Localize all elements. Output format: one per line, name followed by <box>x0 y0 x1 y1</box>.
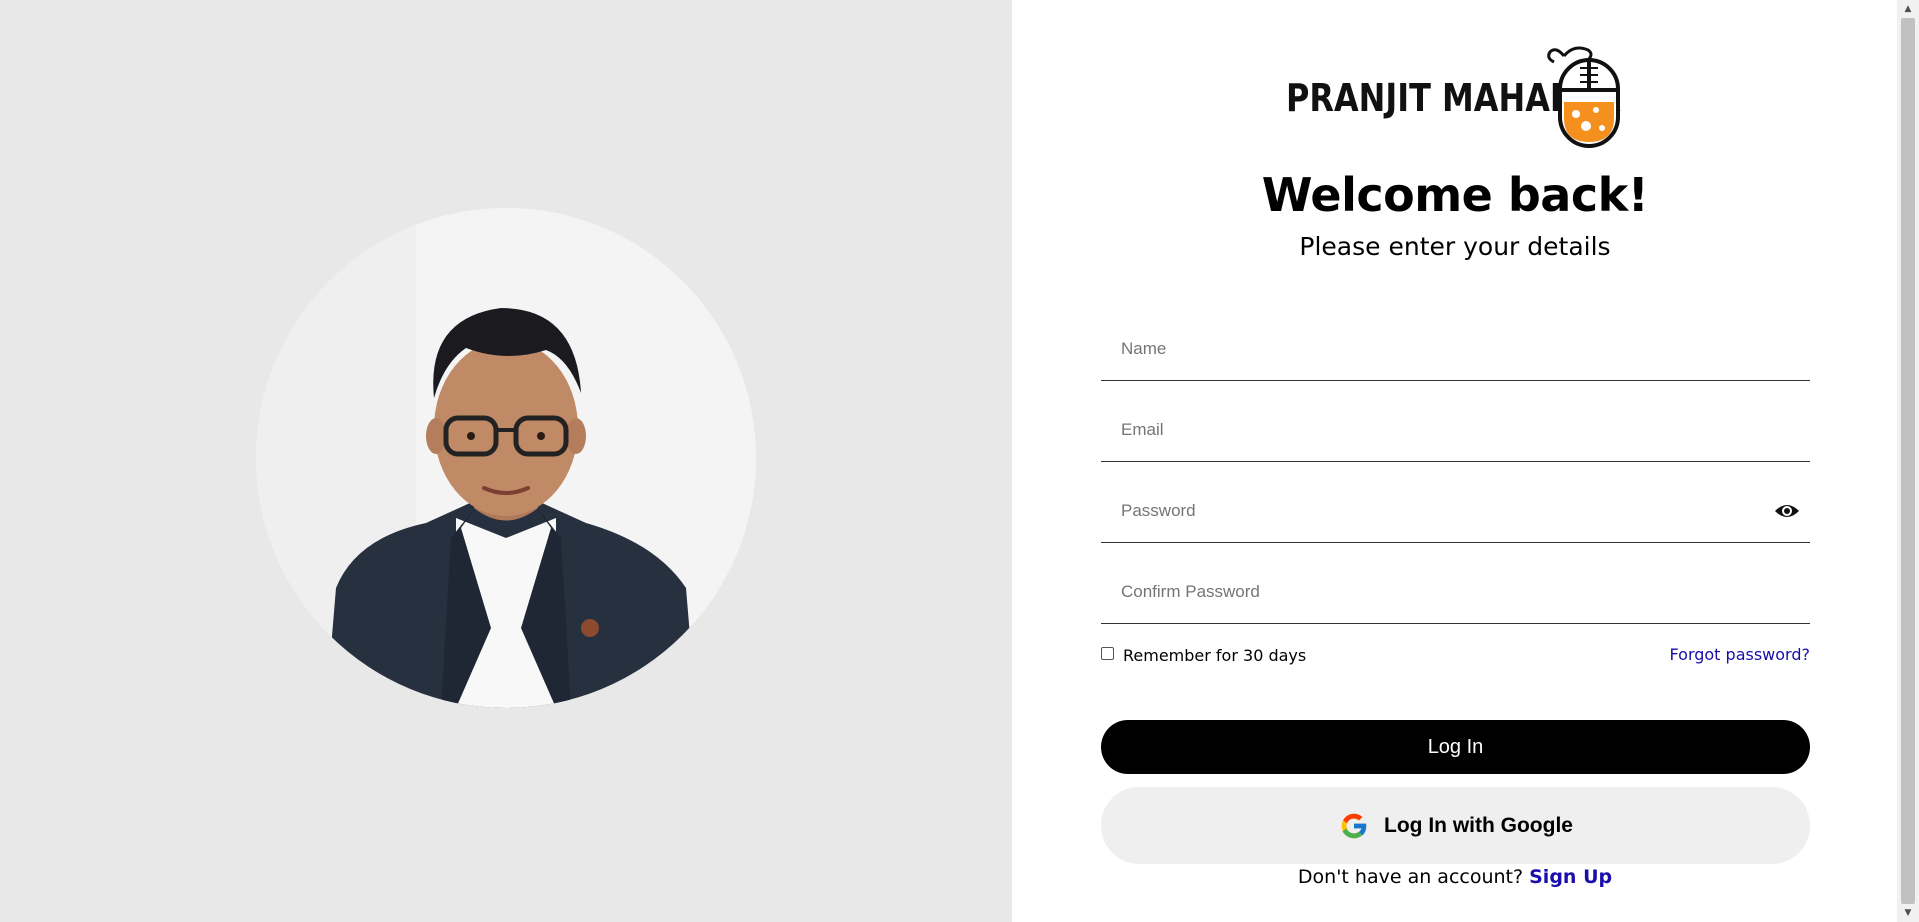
page-title: Welcome back! <box>1261 168 1649 222</box>
page-scrollbar[interactable]: ▲ ▼ <box>1897 0 1919 922</box>
remember-row: Remember for 30 days Forgot password? <box>1101 645 1810 669</box>
profile-portrait <box>256 208 756 708</box>
remember-checkbox[interactable] <box>1101 647 1114 660</box>
signup-row: Don't have an account? Sign Up <box>1100 866 1810 888</box>
name-field <box>1101 318 1810 381</box>
scrollbar-thumb[interactable] <box>1901 18 1915 904</box>
google-login-button[interactable]: Log In with Google <box>1101 787 1810 864</box>
confirm-password-input[interactable] <box>1101 561 1761 623</box>
signup-link[interactable]: Sign Up <box>1529 866 1612 888</box>
brand-header: PRANJIT MAHANTA <box>1286 44 1626 154</box>
confirm-password-field <box>1101 561 1810 624</box>
page-subtitle: Please enter your details <box>1299 232 1611 261</box>
google-icon <box>1338 810 1370 842</box>
hero-panel <box>0 0 1012 922</box>
scroll-up-arrow-icon[interactable]: ▲ <box>1897 0 1919 18</box>
forgot-password-link[interactable]: Forgot password? <box>1670 645 1810 664</box>
email-input[interactable] <box>1101 399 1761 461</box>
password-input[interactable] <box>1101 480 1761 542</box>
eye-icon[interactable] <box>1774 502 1800 520</box>
scroll-down-arrow-icon[interactable]: ▼ <box>1897 904 1919 922</box>
signup-prompt: Don't have an account? <box>1297 866 1530 888</box>
name-input[interactable] <box>1101 318 1761 380</box>
email-field <box>1101 399 1810 462</box>
login-button[interactable]: Log In <box>1101 720 1810 774</box>
password-field <box>1101 480 1810 543</box>
portrait-illustration <box>256 208 756 708</box>
remember-label: Remember for 30 days <box>1123 646 1307 665</box>
google-login-label: Log In with Google <box>1384 813 1573 837</box>
mouse-flask-icon <box>1547 46 1620 148</box>
